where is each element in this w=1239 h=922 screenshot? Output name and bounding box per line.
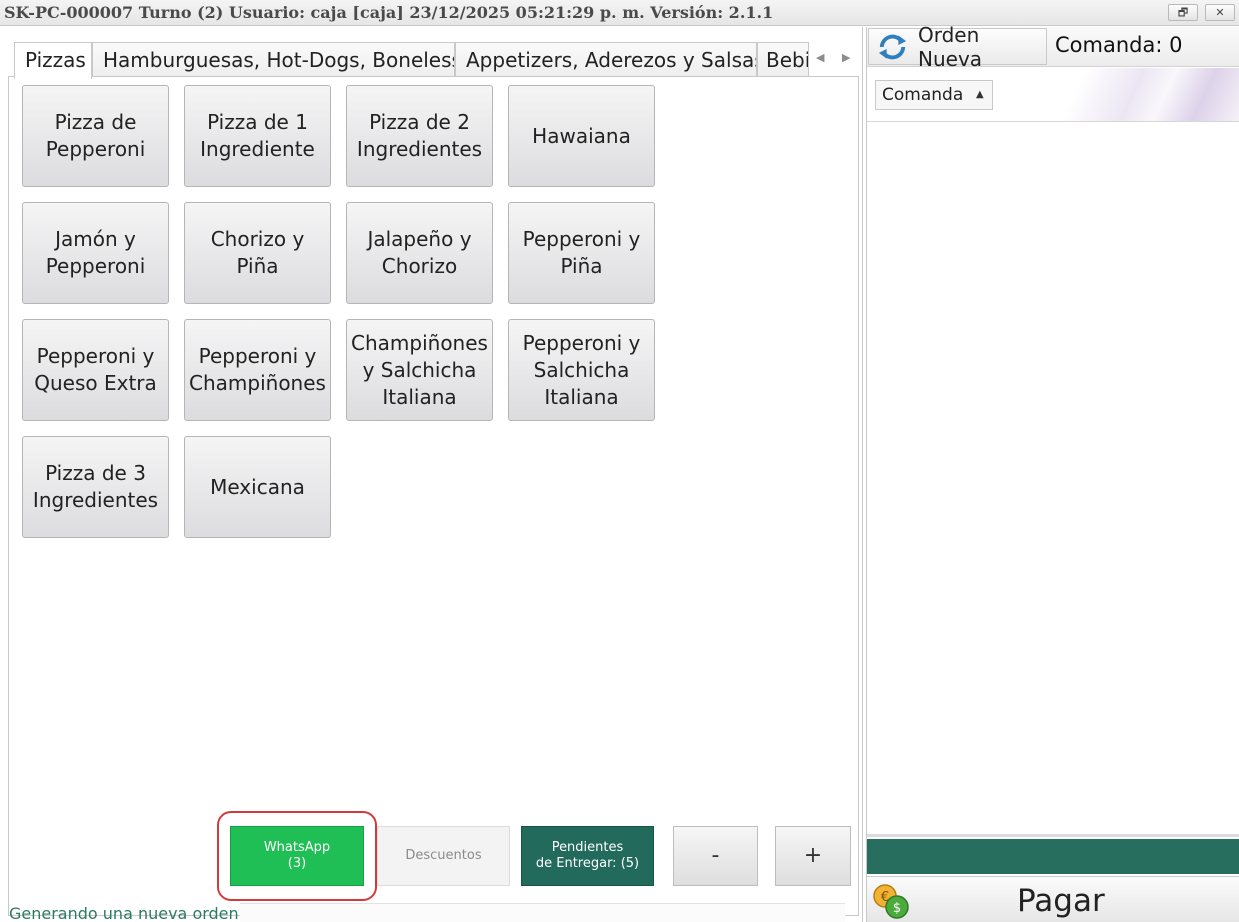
tab-appetizers[interactable]: Appetizers, Aderezos y Salsas bbox=[455, 42, 757, 77]
product-button[interactable]: Mexicana bbox=[184, 436, 331, 538]
restore-window-button[interactable]: 🗗 bbox=[1168, 4, 1198, 21]
product-button[interactable]: Champiñones y Salchicha Italiana bbox=[346, 319, 493, 421]
pay-label: Pagar bbox=[1017, 883, 1105, 919]
new-order-label: Orden Nueva bbox=[918, 22, 983, 71]
whatsapp-button[interactable]: WhatsApp (3) bbox=[230, 826, 364, 886]
status-strip bbox=[240, 903, 845, 922]
group-column-label: Comanda bbox=[882, 85, 964, 105]
order-items-list[interactable] bbox=[867, 123, 1239, 835]
whatsapp-count: (3) bbox=[287, 856, 307, 871]
window-title: SK-PC-000007 Turno (2) Usuario: caja [ca… bbox=[4, 3, 774, 22]
whatsapp-label: WhatsApp bbox=[263, 840, 331, 855]
order-header: Orden Nueva Comanda: 0 bbox=[867, 23, 1239, 71]
product-button[interactable]: Pepperoni y Piña bbox=[508, 202, 655, 304]
pay-button[interactable]: € $ Pagar bbox=[867, 876, 1239, 922]
group-column-header[interactable]: Comanda ▲ bbox=[875, 80, 993, 110]
order-panel: Orden Nueva Comanda: 0 Comanda ▲ € $ Pag… bbox=[866, 23, 1239, 922]
tab-bebidas[interactable]: Bebi bbox=[757, 42, 809, 77]
descuentos-button[interactable]: Descuentos bbox=[377, 826, 510, 886]
pendientes-button[interactable]: Pendientes de Entregar: (5) bbox=[521, 826, 654, 886]
product-button[interactable]: Pizza de 1 Ingrediente bbox=[184, 85, 331, 187]
product-button[interactable]: Pizza de Pepperoni bbox=[22, 85, 169, 187]
product-button[interactable]: Pizza de 3 Ingredientes bbox=[22, 436, 169, 538]
product-button[interactable]: Pizza de 2 Ingredientes bbox=[346, 85, 493, 187]
close-window-button[interactable]: ✕ bbox=[1205, 4, 1235, 21]
pendientes-label: Pendientes bbox=[551, 840, 624, 855]
product-panel: Pizzas Hamburguesas, Hot-Dogs, Boneless … bbox=[0, 27, 863, 922]
pendientes-count: de Entregar: (5) bbox=[535, 856, 640, 871]
tab-scroll-left-icon[interactable]: ◀ bbox=[816, 51, 824, 64]
group-bar: Comanda ▲ bbox=[867, 68, 1239, 122]
coins-icon: € $ bbox=[873, 884, 909, 919]
product-button[interactable]: Hawaiana bbox=[508, 85, 655, 187]
product-button[interactable]: Pepperoni y Champiñones bbox=[184, 319, 331, 421]
window-titlebar: SK-PC-000007 Turno (2) Usuario: caja [ca… bbox=[0, 0, 1239, 26]
tab-pizzas[interactable]: Pizzas bbox=[14, 42, 92, 79]
product-button[interactable]: Chorizo y Piña bbox=[184, 202, 331, 304]
new-order-button[interactable]: Orden Nueva bbox=[868, 23, 1047, 71]
product-button[interactable]: Jalapeño y Chorizo bbox=[346, 202, 493, 304]
product-button[interactable]: Jamón y Pepperoni bbox=[22, 202, 169, 304]
category-tabstrip: Pizzas Hamburguesas, Hot-Dogs, Boneless … bbox=[14, 42, 859, 79]
order-total-bar bbox=[867, 839, 1239, 874]
tab-hamburguesas[interactable]: Hamburguesas, Hot-Dogs, Boneless bbox=[92, 42, 455, 77]
product-button[interactable]: Pepperoni y Queso Extra bbox=[22, 319, 169, 421]
refresh-icon bbox=[878, 34, 907, 59]
order-list-divider bbox=[867, 834, 1239, 837]
product-button[interactable]: Pepperoni y Salchicha Italiana bbox=[508, 319, 655, 421]
decrease-quantity-button[interactable]: - bbox=[673, 826, 758, 886]
svg-text:$: $ bbox=[893, 901, 901, 916]
tab-scroll-right-icon[interactable]: ▶ bbox=[842, 51, 850, 64]
comanda-title: Comanda: 0 bbox=[1055, 33, 1183, 57]
increase-quantity-button[interactable]: + bbox=[775, 826, 851, 886]
status-message: Generando una nueva orden bbox=[9, 904, 239, 922]
product-grid: Pizza de Pepperoni Pizza de 1 Ingredient… bbox=[8, 76, 859, 916]
sort-ascending-icon: ▲ bbox=[976, 89, 984, 100]
